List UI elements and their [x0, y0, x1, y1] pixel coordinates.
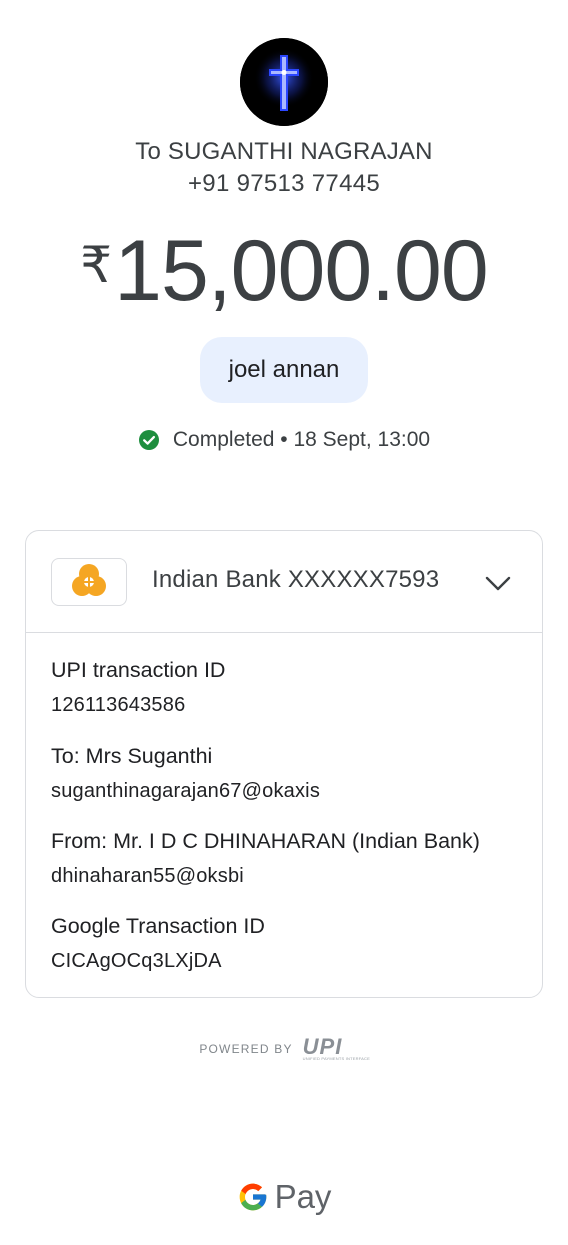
powered-by-upi: POWERED BY UPI UNIFIED PAYMENTS INTERFAC…	[0, 1034, 568, 1062]
google-pay-brand: Pay	[0, 1178, 568, 1216]
status-text: Completed • 18 Sept, 13:00	[172, 428, 431, 451]
transaction-details-card: Indian Bank XXXXXX7593 UPI transaction I…	[25, 530, 543, 998]
payee-label: To: Mrs Suganthi	[51, 744, 213, 768]
recipient-name: To SUGANTHI NAGRAJAN	[135, 138, 433, 165]
currency-symbol: ₹	[80, 237, 113, 293]
payment-status: Completed • 18 Sept, 13:00	[0, 428, 568, 452]
bank-logo	[51, 558, 127, 606]
upi-transaction-id-value: 126113643586	[51, 694, 186, 716]
chevron-down-icon[interactable]	[484, 569, 512, 597]
bank-account-row[interactable]: Indian Bank XXXXXX7593	[26, 531, 542, 633]
payer-label: From: Mr. I D C DHINAHARAN (Indian Bank)	[51, 829, 480, 853]
cross-icon	[240, 38, 328, 126]
google-pay-label: Pay	[274, 1178, 332, 1215]
amount-value: 15,000.00	[114, 223, 489, 319]
upi-transaction-id-label: UPI transaction ID	[51, 658, 226, 682]
check-circle-icon	[138, 429, 160, 451]
google-g-icon	[237, 1181, 269, 1213]
google-transaction-id-value: CICAgOCq3LXjDA	[51, 950, 222, 972]
powered-by-label: POWERED BY	[199, 1042, 293, 1056]
recipient-avatar	[240, 38, 328, 126]
recipient-phone: +91 97513 77445	[187, 170, 381, 197]
google-transaction-id-label: Google Transaction ID	[51, 914, 265, 938]
upi-logo: UPI UNIFIED PAYMENTS INTERFACE	[302, 1034, 370, 1062]
payment-amount: ₹15,000.00	[0, 222, 568, 321]
indian-bank-logo	[72, 564, 106, 596]
bank-account-name: Indian Bank XXXXXX7593	[152, 566, 440, 593]
payee-upi-id: suganthinagarajan67@okaxis	[51, 780, 321, 802]
upi-tagline: UNIFIED PAYMENTS INTERFACE	[302, 1056, 370, 1061]
payer-upi-id: dhinaharan55@oksbi	[51, 865, 244, 887]
payment-note: joel annan	[200, 337, 368, 403]
